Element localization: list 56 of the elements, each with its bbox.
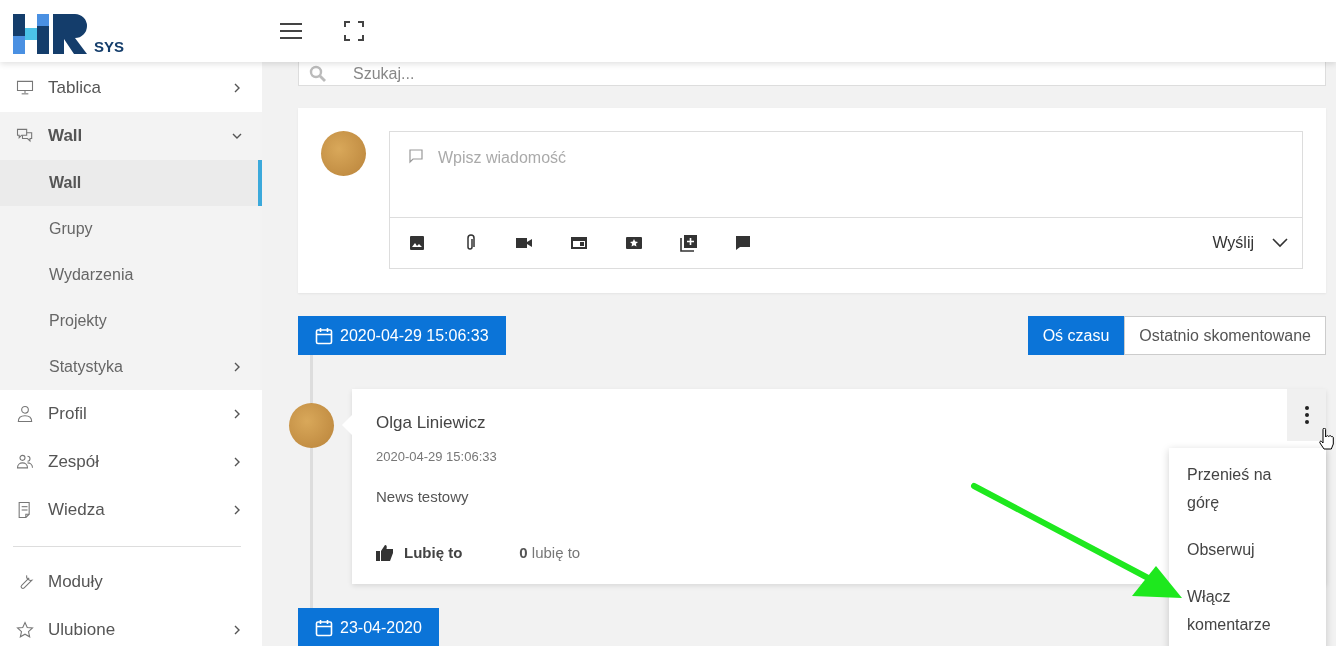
- sidebar-icon: [15, 404, 35, 424]
- menu-item[interactable]: Obserwuj: [1169, 531, 1321, 578]
- send-button[interactable]: Wyślij: [1212, 234, 1254, 252]
- chevron-down-icon[interactable]: [1272, 238, 1288, 248]
- menu-item[interactable]: Przenieś na górę: [1169, 456, 1321, 531]
- submenu-item[interactable]: Projekty: [0, 298, 262, 344]
- calendar-icon: [315, 326, 333, 345]
- submenu-item[interactable]: Statystyka: [0, 344, 262, 390]
- sidebar-item[interactable]: Moduły: [0, 558, 262, 606]
- view-tab[interactable]: Ostatnio skomentowane: [1124, 316, 1326, 355]
- speech-bubble-icon[interactable]: [735, 235, 751, 251]
- post-text: News testowy: [376, 488, 469, 505]
- calendar-icon: [315, 618, 333, 637]
- avatar: [321, 131, 366, 176]
- view-tab[interactable]: Oś czasu: [1027, 316, 1125, 355]
- chevron-icon: [232, 625, 242, 635]
- like-button[interactable]: Lubię to: [376, 544, 463, 561]
- image-icon[interactable]: [409, 235, 425, 251]
- chevron-icon: [232, 131, 242, 141]
- add-library-icon[interactable]: [680, 234, 698, 252]
- submenu-item[interactable]: Grupy: [0, 206, 262, 252]
- chevron-icon: [232, 457, 242, 467]
- logo-text: SYS: [94, 38, 124, 55]
- search-bar[interactable]: Szukaj...: [298, 62, 1326, 86]
- date-badge: 23-04-2020: [298, 608, 439, 646]
- chevron-icon: [232, 409, 242, 419]
- sidebar-item[interactable]: Profil: [0, 390, 262, 438]
- sidebar-item[interactable]: Tablica: [0, 64, 262, 112]
- thumbs-up-icon: [376, 544, 394, 561]
- sidebar-item[interactable]: Wiedza: [0, 486, 262, 534]
- comment-icon: [408, 148, 424, 164]
- post-time: 2020-04-29 15:06:33: [376, 449, 498, 464]
- submenu-item[interactable]: Wall: [0, 160, 262, 206]
- chevron-icon: [232, 505, 242, 515]
- date-badge: 2020-04-29 15:06:33: [298, 316, 506, 355]
- ticket-icon[interactable]: [625, 236, 643, 250]
- sidebar-item[interactable]: Zespół: [0, 438, 262, 486]
- sidebar-icon: [15, 620, 35, 640]
- author-name: Olga Liniewicz: [376, 413, 487, 433]
- like-count: 0 lubię to: [519, 544, 581, 561]
- fullscreen-icon[interactable]: [344, 21, 364, 41]
- menu-icon[interactable]: [280, 23, 302, 39]
- more-vertical-icon: [1304, 406, 1309, 424]
- sidebar-item[interactable]: Wall: [0, 112, 262, 160]
- avatar: [289, 403, 334, 448]
- message-field[interactable]: Wpisz wiadomość: [436, 148, 1284, 168]
- video-camera-icon[interactable]: [515, 236, 533, 250]
- chevron-icon: [232, 362, 242, 372]
- submenu-item[interactable]: Wydarzenia: [0, 252, 262, 298]
- search-field[interactable]: Szukaj...: [351, 63, 1315, 84]
- more-options-button[interactable]: [1287, 389, 1326, 441]
- card-icon[interactable]: [570, 236, 588, 250]
- sidebar-item[interactable]: Ulubione: [0, 606, 262, 646]
- chevron-icon: [232, 83, 242, 93]
- menu-item[interactable]: Włącz komentarze: [1169, 578, 1321, 646]
- search-icon: [309, 64, 327, 83]
